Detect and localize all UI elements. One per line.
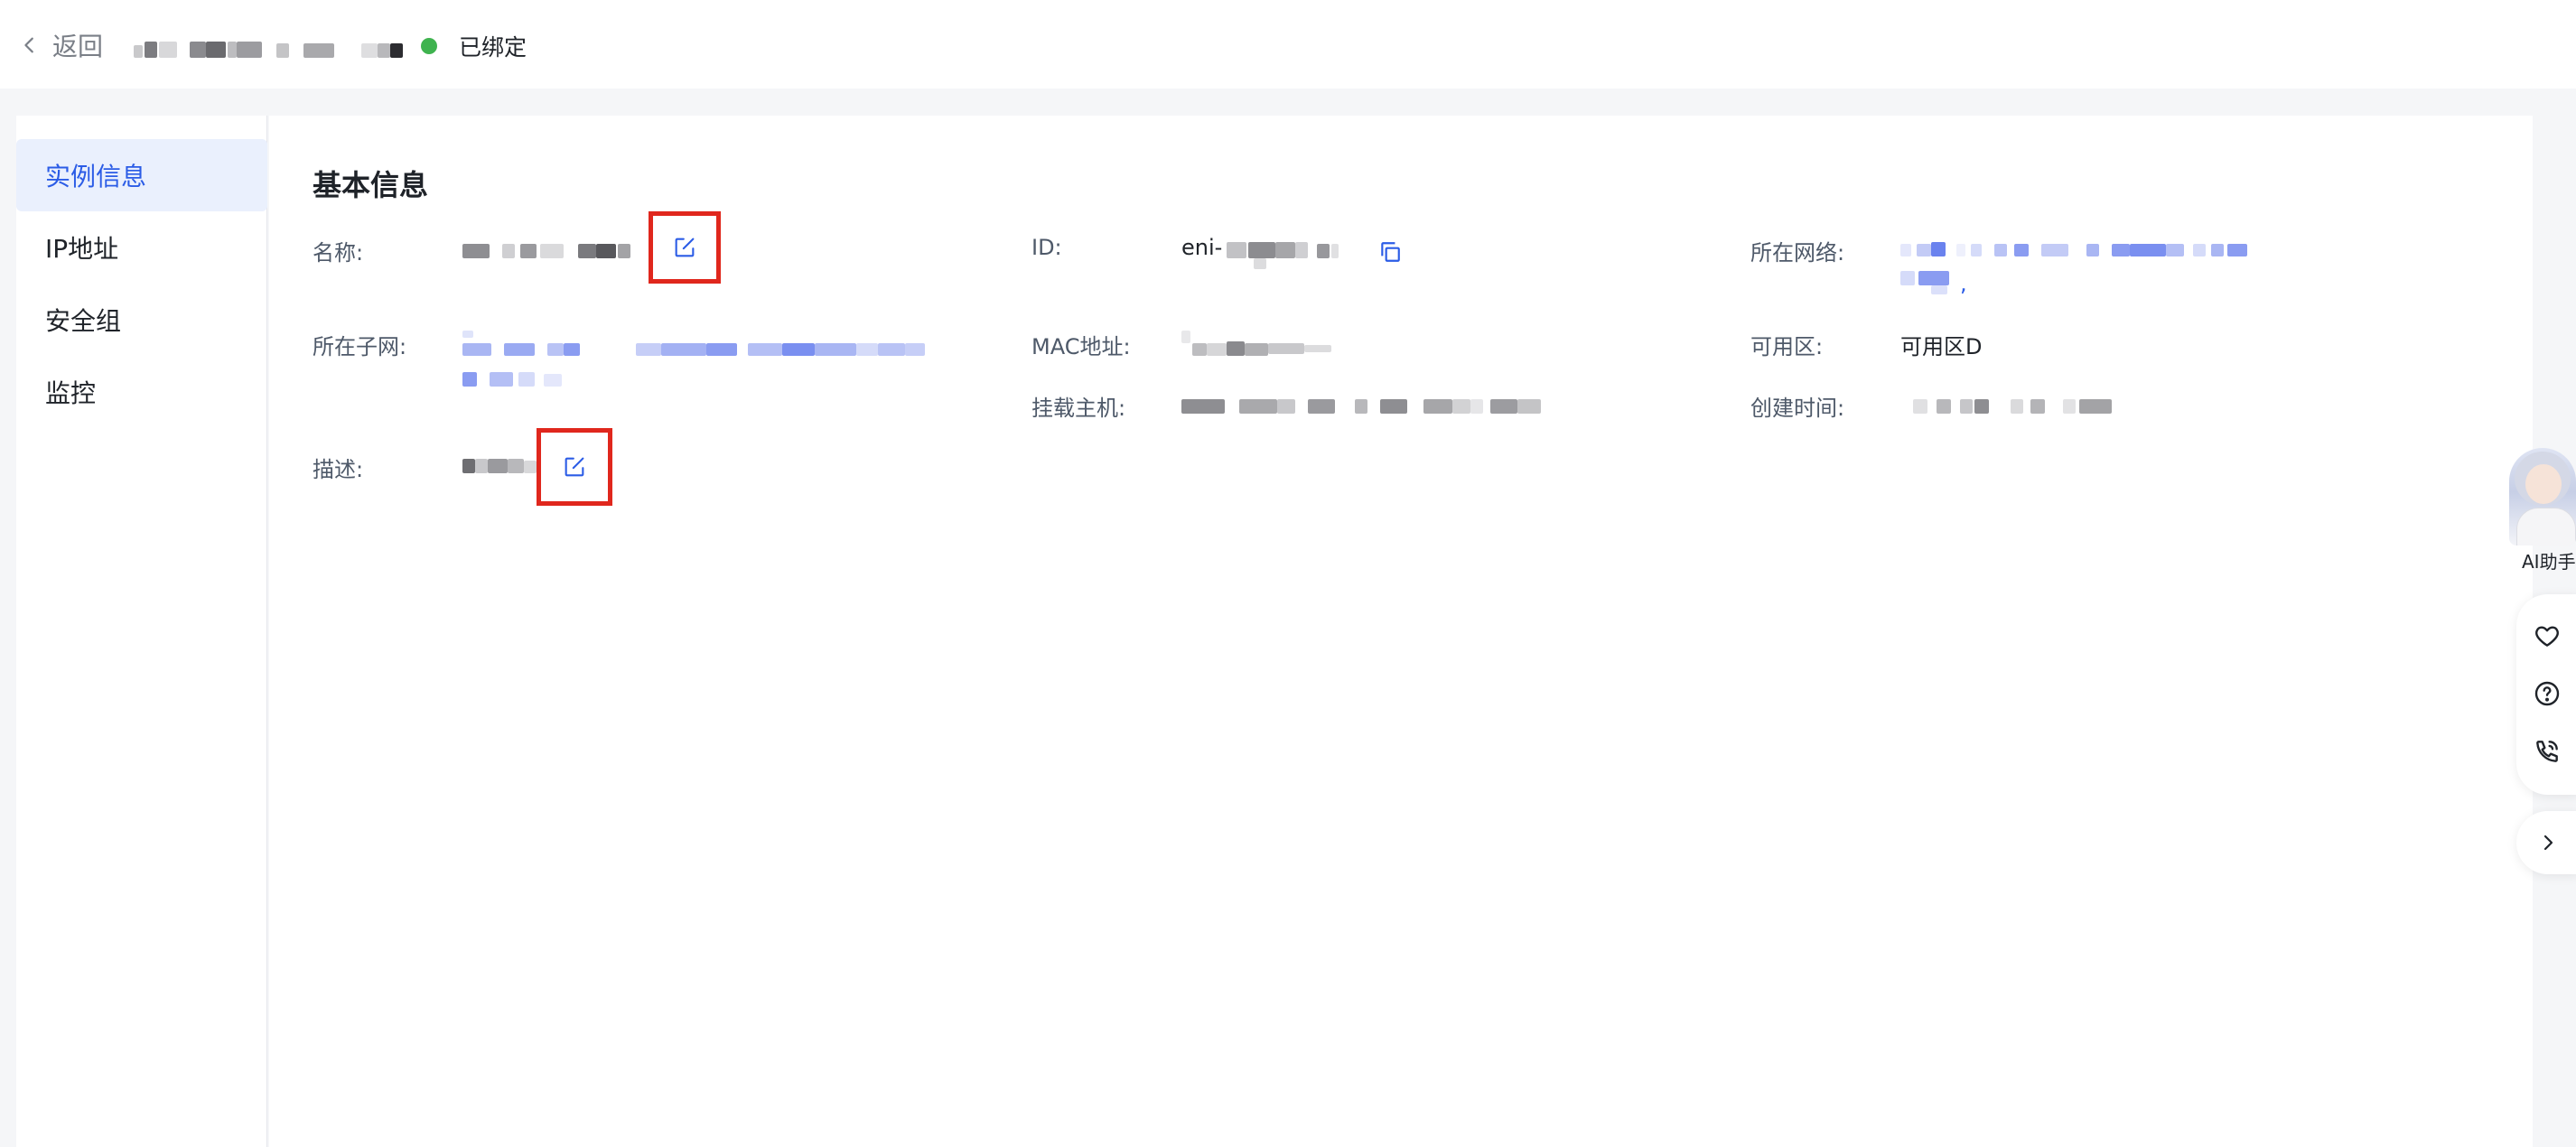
top-bar: 返回 已绑定 (0, 0, 2576, 89)
ai-avatar (2509, 448, 2576, 546)
id-label: ID: (1031, 235, 1062, 260)
id-prefix: eni- (1181, 235, 1223, 260)
created-label: 创建时间: (1750, 396, 1845, 421)
name-label: 名称: (313, 240, 364, 266)
edit-name-button[interactable] (649, 211, 721, 284)
question-icon[interactable] (2533, 679, 2562, 708)
network-label: 所在网络: (1750, 240, 1845, 266)
copy-icon[interactable] (1378, 240, 1402, 264)
back-label: 返回 (52, 32, 104, 61)
zone-label: 可用区: (1750, 334, 1824, 359)
sidebar-item-label: 监控 (45, 378, 97, 408)
description-label: 描述: (313, 457, 364, 482)
sidebar-item-monitoring[interactable]: 监控 (16, 356, 267, 428)
collapse-toolbar-button[interactable] (2516, 811, 2576, 874)
main-panel: 基本信息 名称: ID: eni- 所在网络: , 所在子网: MAC地址: 可… (269, 116, 2533, 1147)
edit-icon (565, 457, 584, 477)
status-dot (421, 38, 437, 54)
edit-icon (675, 238, 695, 257)
heart-icon[interactable] (2533, 621, 2562, 650)
subnet-label: 所在子网: (313, 334, 407, 359)
status-text: 已绑定 (459, 34, 527, 61)
sidebar-item-label: IP地址 (45, 234, 119, 264)
ai-assistant-button[interactable]: AI助手 (2500, 448, 2576, 574)
ai-assistant-label: AI助手 (2522, 551, 2576, 573)
binding-status: 已绑定 (421, 30, 527, 62)
sidebar-item-ip-address[interactable]: IP地址 (16, 211, 267, 284)
phone-icon[interactable] (2533, 737, 2562, 766)
sidebar-item-instance-info[interactable]: 实例信息 (16, 139, 267, 211)
network-separator: , (1960, 271, 1967, 296)
back-button[interactable]: 返回 (20, 27, 103, 63)
sidebar-item-label: 实例信息 (45, 162, 147, 191)
sidebar-item-security-group[interactable]: 安全组 (16, 284, 267, 356)
chevron-left-icon (24, 37, 33, 53)
chevron-right-icon (2543, 835, 2553, 851)
host-label: 挂载主机: (1031, 396, 1126, 421)
sidebar: 实例信息 IP地址 安全组 监控 (16, 116, 267, 1147)
section-title: 基本信息 (313, 168, 429, 202)
floating-toolbar (2516, 594, 2576, 795)
sidebar-item-label: 安全组 (45, 306, 122, 336)
mac-label: MAC地址: (1031, 334, 1131, 359)
edit-description-button[interactable] (537, 428, 612, 506)
zone-value: 可用区D (1900, 334, 1983, 359)
